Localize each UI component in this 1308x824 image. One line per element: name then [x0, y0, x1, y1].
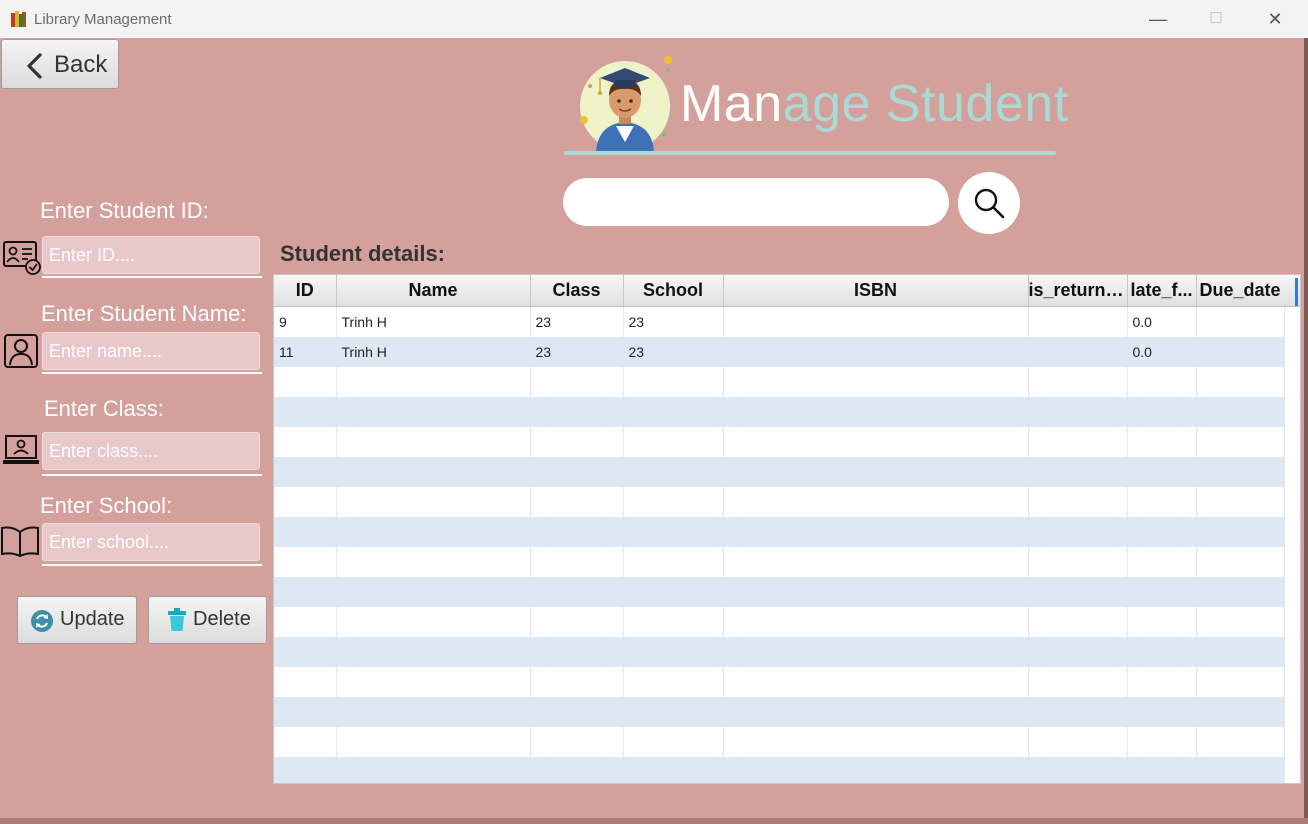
title-underline [564, 151, 1056, 155]
table-header-row: ID Name Class School ISBN is_returned la… [274, 275, 1285, 307]
open-book-icon [1, 526, 39, 558]
empty-row [274, 727, 1285, 757]
empty-row [274, 367, 1285, 397]
cell-due-date [1196, 306, 1285, 337]
table-row[interactable]: 9 Trinh H 23 23 0.0 [274, 306, 1285, 337]
window-titlebar: Library Management — ☐ ✕ [0, 0, 1308, 39]
column-header-school[interactable]: School [623, 275, 724, 307]
class-input[interactable] [42, 432, 260, 470]
window-title: Library Management [34, 11, 172, 28]
delete-button-label: Delete [193, 608, 251, 630]
class-label: Enter Class: [44, 396, 164, 421]
search-icon [974, 188, 1005, 219]
cell-class: 23 [530, 337, 624, 367]
school-input[interactable] [42, 523, 260, 561]
refresh-icon [31, 610, 53, 632]
library-books-icon [11, 11, 26, 27]
cell-name: Trinh H [336, 306, 531, 337]
back-button[interactable]: Back [1, 39, 119, 89]
student-name-input[interactable] [42, 332, 260, 370]
column-header-id[interactable]: ID [274, 275, 337, 307]
user-icon [4, 334, 38, 368]
cell-isbn [723, 306, 1029, 337]
cell-isbn [723, 337, 1029, 367]
update-button-label: Update [60, 608, 125, 630]
cell-is-returned [1028, 337, 1128, 367]
empty-row [274, 637, 1285, 667]
chevron-left-icon [27, 53, 42, 79]
page-title-part2: age Student [782, 75, 1069, 133]
maximize-button[interactable]: ☐ [1204, 8, 1228, 30]
student-id-input[interactable] [42, 236, 260, 274]
empty-row [274, 667, 1285, 697]
page-title-part1: Man [680, 75, 783, 133]
window-edge [1304, 38, 1308, 824]
empty-row [274, 427, 1285, 457]
back-button-label: Back [54, 51, 108, 78]
close-button[interactable]: ✕ [1263, 8, 1287, 30]
cell-late-fee: 0.0 [1127, 337, 1197, 367]
minimize-button[interactable]: — [1146, 8, 1170, 30]
cell-late-fee: 0.0 [1127, 306, 1197, 337]
id-card-icon [3, 241, 41, 275]
window-bottom-edge [0, 818, 1308, 824]
cell-school: 23 [623, 306, 724, 337]
empty-row [274, 757, 1285, 783]
student-id-underline [42, 276, 262, 278]
search-input[interactable] [563, 178, 949, 226]
cell-school: 23 [623, 337, 724, 367]
cell-is-returned [1028, 306, 1128, 337]
cell-id: 9 [274, 306, 337, 337]
empty-row [274, 487, 1285, 517]
page-title: Manage Student [680, 74, 1069, 134]
cell-id: 11 [274, 337, 337, 367]
student-id-label: Enter Student ID: [40, 198, 209, 223]
school-underline [42, 564, 262, 566]
search-button[interactable] [958, 172, 1020, 234]
student-name-label: Enter Student Name: [41, 301, 247, 326]
empty-row [274, 697, 1285, 727]
empty-row [274, 607, 1285, 637]
student-table[interactable]: ID Name Class School ISBN is_returned la… [273, 274, 1301, 784]
school-label: Enter School: [40, 493, 173, 518]
classroom-icon [3, 435, 39, 464]
empty-row [274, 397, 1285, 427]
empty-row [274, 517, 1285, 547]
column-header-name[interactable]: Name [336, 275, 531, 307]
column-header-isbn[interactable]: ISBN [723, 275, 1029, 307]
student-graduate-icon [580, 56, 672, 152]
table-row[interactable]: 11 Trinh H 23 23 0.0 [274, 337, 1285, 367]
table-scroll-indicator[interactable] [1295, 278, 1298, 306]
column-header-due-date[interactable]: Due_date [1196, 275, 1285, 307]
column-header-class[interactable]: Class [530, 275, 624, 307]
cell-due-date [1196, 337, 1285, 367]
delete-button[interactable]: Delete [148, 596, 267, 644]
column-header-is-returned[interactable]: is_returned [1028, 275, 1128, 307]
trash-icon [168, 608, 186, 631]
table-header-filler [1284, 275, 1300, 307]
empty-row [274, 577, 1285, 607]
empty-row [274, 547, 1285, 577]
empty-row [274, 457, 1285, 487]
student-name-underline [42, 372, 262, 374]
student-details-title: Student details: [280, 241, 446, 266]
column-header-late-fee[interactable]: late_f... [1127, 275, 1197, 307]
cell-name: Trinh H [336, 337, 531, 367]
update-button[interactable]: Update [17, 596, 137, 644]
main-content: Back Manage Student Enter Student ID: En… [0, 38, 1304, 818]
class-underline [42, 474, 262, 476]
cell-class: 23 [530, 306, 624, 337]
